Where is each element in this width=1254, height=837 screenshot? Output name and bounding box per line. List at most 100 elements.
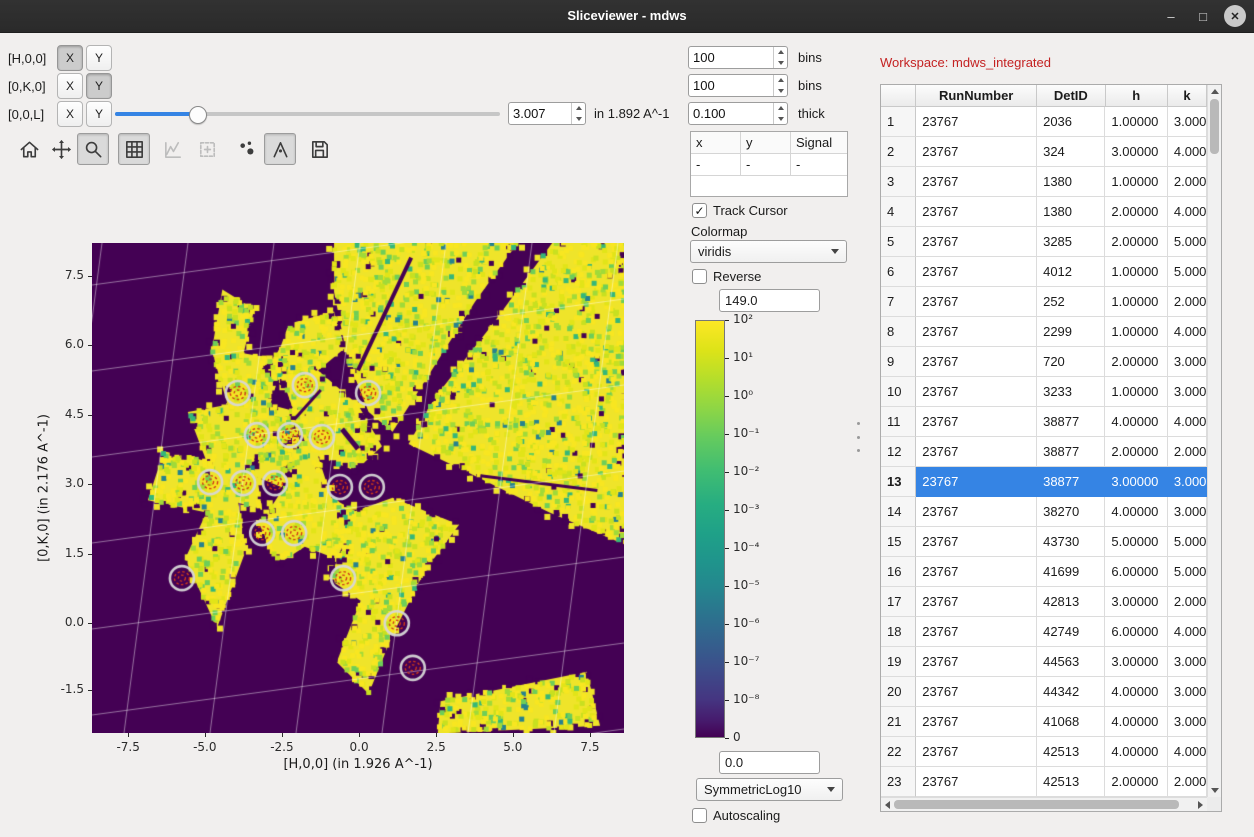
row-number[interactable]: 1 (881, 107, 916, 137)
table-cell[interactable]: 2.00000 (1105, 197, 1167, 227)
checkbox-box[interactable] (692, 269, 707, 284)
table-cell[interactable]: 3.00000 (1105, 587, 1167, 617)
table-row[interactable]: 1123767388774.000004.00000 (881, 407, 1207, 437)
table-cell[interactable]: 23767 (916, 377, 1037, 407)
vertical-scrollbar-thumb[interactable] (1210, 99, 1219, 154)
table-cell[interactable]: 4.00000 (1105, 707, 1167, 737)
table-cell[interactable]: 5.00000 (1168, 257, 1207, 287)
table-cell[interactable]: 38877 (1037, 467, 1105, 497)
row-number[interactable]: 9 (881, 347, 916, 377)
row-number[interactable]: 13 (881, 467, 916, 497)
table-cell[interactable]: 42813 (1037, 587, 1105, 617)
table-cell[interactable]: 38270 (1037, 497, 1105, 527)
table-row[interactable]: 2237673243.000004.00000 (881, 137, 1207, 167)
table-row[interactable]: 1223767388772.000002.00000 (881, 437, 1207, 467)
table-cell[interactable]: 5.00000 (1168, 527, 1207, 557)
table-cell[interactable]: 2036 (1037, 107, 1105, 137)
bins-x-input[interactable] (689, 47, 773, 68)
table-cell[interactable]: 23767 (916, 137, 1037, 167)
table-cell[interactable]: 324 (1037, 137, 1105, 167)
table-cell[interactable]: 42513 (1037, 737, 1105, 767)
row-number[interactable]: 19 (881, 647, 916, 677)
table-cell[interactable]: 2.00000 (1168, 437, 1207, 467)
table-cell[interactable]: 23767 (916, 227, 1037, 257)
table-row[interactable]: 2223767425134.000004.00000 (881, 737, 1207, 767)
slider-handle[interactable] (189, 106, 207, 124)
splitter-handle[interactable] (855, 422, 861, 452)
table-cell[interactable]: 23767 (916, 287, 1037, 317)
table-cell[interactable]: 2.00000 (1168, 587, 1207, 617)
table-cell[interactable]: 4.00000 (1105, 677, 1167, 707)
reverse-checkbox[interactable]: Reverse (692, 269, 761, 284)
scale-dropdown[interactable]: SymmetricLog10 (696, 778, 843, 801)
table-cell[interactable]: 23767 (916, 497, 1037, 527)
track-cursor-checkbox[interactable]: ✓ Track Cursor (692, 203, 788, 218)
table-cell[interactable]: 23767 (916, 107, 1037, 137)
table-cell[interactable]: 23767 (916, 257, 1037, 287)
table-cell[interactable]: 44342 (1037, 677, 1105, 707)
table-row[interactable]: 1723767428133.000002.00000 (881, 587, 1207, 617)
checkbox-box[interactable] (692, 808, 707, 823)
table-cell[interactable]: 5.00000 (1105, 527, 1167, 557)
table-cell[interactable]: 23767 (916, 677, 1037, 707)
table-cell[interactable]: 2.00000 (1105, 437, 1167, 467)
row-number[interactable]: 11 (881, 407, 916, 437)
colorbar-gradient[interactable] (695, 320, 725, 738)
row-number[interactable]: 17 (881, 587, 916, 617)
table-cell[interactable]: 1.00000 (1105, 257, 1167, 287)
vertical-scrollbar[interactable] (1207, 85, 1221, 797)
table-cell[interactable]: 3.00000 (1105, 467, 1167, 497)
table-cell[interactable]: 1.00000 (1105, 167, 1167, 197)
pan-button[interactable] (45, 133, 77, 165)
k-x-button[interactable]: X (57, 73, 83, 99)
table-cell[interactable]: 5.00000 (1168, 557, 1207, 587)
table-row[interactable]: 32376713801.000002.00000 (881, 167, 1207, 197)
table-cell[interactable]: 2.00000 (1105, 767, 1167, 797)
row-number[interactable]: 15 (881, 527, 916, 557)
table-cell[interactable]: 4.00000 (1168, 407, 1207, 437)
table-cell[interactable]: 4.00000 (1168, 317, 1207, 347)
table-row[interactable]: 2123767410684.000003.00000 (881, 707, 1207, 737)
row-number[interactable]: 18 (881, 617, 916, 647)
table-cell[interactable]: 1.00000 (1105, 287, 1167, 317)
l-y-button[interactable]: Y (86, 101, 112, 127)
table-cell[interactable]: 42513 (1037, 767, 1105, 797)
bins-y-input[interactable] (689, 75, 773, 96)
table-cell[interactable]: 23767 (916, 527, 1037, 557)
h-x-button[interactable]: X (57, 45, 83, 71)
bins-x-spinbox[interactable] (688, 46, 788, 69)
scroll-down-icon[interactable] (1211, 788, 1219, 793)
table-cell[interactable]: 2.00000 (1168, 767, 1207, 797)
spin-up-button[interactable] (572, 103, 585, 114)
row-number[interactable]: 5 (881, 227, 916, 257)
col-header-h[interactable]: h (1106, 85, 1168, 107)
table-cell[interactable]: 2.00000 (1105, 227, 1167, 257)
row-number[interactable]: 2 (881, 137, 916, 167)
horizontal-scrollbar[interactable] (881, 797, 1207, 811)
row-number[interactable]: 10 (881, 377, 916, 407)
table-cell[interactable]: 41699 (1037, 557, 1105, 587)
col-header-k[interactable]: k (1168, 85, 1207, 107)
table-cell[interactable]: 4.00000 (1168, 617, 1207, 647)
titlebar[interactable]: Sliceviewer - mdws – □ ✕ (0, 0, 1254, 33)
table-cell[interactable]: 3233 (1037, 377, 1105, 407)
table-row[interactable]: 1823767427496.000004.00000 (881, 617, 1207, 647)
home-button[interactable] (13, 133, 45, 165)
close-button[interactable]: ✕ (1224, 5, 1246, 27)
table-row[interactable]: 102376732331.000003.00000 (881, 377, 1207, 407)
table-cell[interactable]: 3285 (1037, 227, 1105, 257)
spin-up-button[interactable] (774, 75, 787, 86)
grid-button[interactable] (118, 133, 150, 165)
table-cell[interactable]: 5.00000 (1168, 227, 1207, 257)
spin-down-button[interactable] (572, 114, 585, 125)
table-cell[interactable]: 1.00000 (1105, 107, 1167, 137)
scroll-left-icon[interactable] (885, 801, 890, 809)
table-row[interactable]: 42376713802.000004.00000 (881, 197, 1207, 227)
row-number[interactable]: 21 (881, 707, 916, 737)
autoscaling-checkbox[interactable]: Autoscaling (692, 808, 780, 823)
thickness-input[interactable] (689, 103, 773, 124)
slice-value-spinbox[interactable] (508, 102, 586, 125)
plot-canvas[interactable] (92, 243, 624, 733)
minimize-button[interactable]: – (1160, 5, 1182, 27)
table-cell[interactable]: 3.00000 (1168, 707, 1207, 737)
